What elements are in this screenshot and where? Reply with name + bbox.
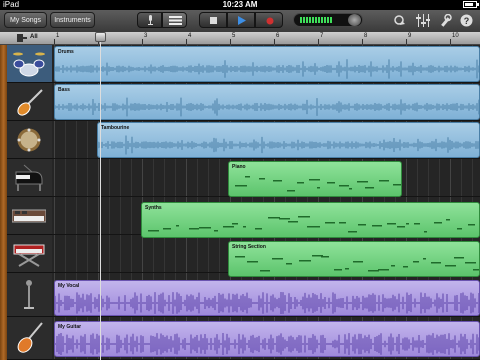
track-header-synths[interactable] [7, 197, 52, 235]
ruler-bar-mark [230, 39, 231, 44]
track-header-guitar[interactable] [7, 317, 52, 360]
status-bar: iPad 10:23 AM [0, 0, 480, 10]
midi-notes [148, 216, 475, 233]
ruler-bar-number: 5 [232, 33, 236, 39]
track-header-bass[interactable] [7, 83, 52, 121]
lane-guitar: My Guitar [52, 317, 480, 360]
ruler-bar-number: 4 [188, 33, 192, 39]
play-icon [238, 16, 246, 25]
region-label: Piano [232, 164, 246, 170]
level-meter [293, 13, 363, 27]
ruler-bar-mark [450, 39, 451, 44]
lane-string-section: String Section [52, 235, 480, 277]
status-time: 10:23 AM [222, 0, 258, 9]
section-all-label: All [30, 34, 38, 40]
instruments-button[interactable]: Instruments [50, 12, 95, 28]
mixer-icon[interactable] [416, 14, 430, 27]
timeline-ruler[interactable]: All 12345678910 [0, 32, 480, 45]
region-string-section[interactable]: String Section [228, 241, 480, 277]
region-label: Bass [58, 87, 70, 93]
ruler-bar-mark [54, 39, 55, 44]
lane-piano: Piano [52, 159, 480, 197]
waveform [55, 292, 479, 314]
microphone-icon [148, 15, 153, 25]
region-label: My Vocal [58, 283, 80, 289]
ruler-bar-mark [406, 39, 407, 44]
ruler-bar-mark [186, 39, 187, 44]
record-icon [266, 17, 274, 25]
drum-kit-icon [13, 52, 45, 77]
region-synths[interactable]: Synths [141, 202, 480, 238]
settings-wrench-icon[interactable] [439, 14, 452, 27]
track-grid[interactable]: Drums Bass Tambourine Piano Synths Strin… [52, 45, 480, 360]
master-volume-knob[interactable] [348, 14, 361, 26]
region-piano[interactable]: Piano [228, 161, 402, 197]
ruler-bar-mark [142, 39, 143, 44]
lane-vocal: My Vocal [52, 273, 480, 317]
ruler-bar-number: 10 [452, 33, 459, 39]
ruler-bar-number: 9 [408, 33, 412, 39]
toolbar: My Songs Instruments ? [0, 10, 480, 33]
track-header-tambourine[interactable] [7, 121, 52, 159]
synth-keyboard-icon [12, 209, 46, 223]
track-header-piano[interactable] [7, 159, 52, 197]
track-header-vocal[interactable] [7, 273, 52, 317]
lane-drums: Drums [52, 45, 480, 83]
ruler-bar-number: 8 [364, 33, 368, 39]
battery-icon [463, 1, 479, 8]
region-label: Drums [58, 49, 74, 55]
region-bass[interactable]: Bass [54, 84, 480, 120]
electric-guitar-icon [17, 322, 43, 353]
lane-synths: Synths [52, 197, 480, 238]
region-tambourine[interactable]: Tambourine [97, 122, 480, 158]
lane-tambourine: Tambourine [52, 121, 480, 159]
region-vocal[interactable]: My Vocal [54, 280, 480, 316]
play-button[interactable] [227, 12, 255, 28]
svg-text:?: ? [464, 16, 470, 26]
level-meter-bar [300, 17, 333, 23]
region-label: Synths [145, 205, 162, 211]
region-label: My Guitar [58, 324, 82, 330]
my-songs-button[interactable]: My Songs [4, 12, 47, 28]
record-button[interactable] [255, 12, 283, 28]
track-header-drums[interactable] [7, 45, 52, 83]
tambourine-icon [17, 128, 41, 152]
ruler-bar-mark [362, 39, 363, 44]
track-header-string-section[interactable] [7, 235, 52, 273]
midi-notes [235, 176, 401, 192]
ruler-bar-number: 3 [144, 33, 148, 39]
tracks-icon [169, 16, 182, 25]
stop-button[interactable] [199, 12, 227, 28]
bass-guitar-icon [17, 89, 43, 116]
region-guitar[interactable]: My Guitar [54, 321, 480, 357]
waveform [55, 59, 479, 79]
loop-browser-icon[interactable] [392, 14, 406, 27]
ruler-bar-mark [274, 39, 275, 44]
tracks-view-button[interactable] [162, 12, 187, 28]
waveform [98, 135, 479, 155]
waveform [55, 333, 479, 355]
region-label: Tambourine [101, 125, 130, 131]
ruler-bar-number: 6 [276, 33, 280, 39]
waveform [55, 97, 479, 117]
grand-piano-icon [15, 164, 43, 191]
ruler-bar-number: 1 [56, 33, 60, 39]
ruler-bar-mark [318, 39, 319, 44]
wood-panel [0, 45, 7, 360]
microphone-icon [24, 280, 34, 309]
add-section-icon[interactable] [17, 34, 27, 42]
region-label: String Section [232, 244, 266, 250]
region-drums[interactable]: Drums [54, 46, 480, 82]
lane-bass: Bass [52, 83, 480, 121]
stop-icon [210, 17, 217, 24]
playhead[interactable] [100, 32, 101, 360]
ruler-bar-number: 7 [320, 33, 324, 39]
help-icon[interactable]: ? [460, 14, 473, 27]
instrument-view-button[interactable] [137, 12, 162, 28]
playhead-handle[interactable] [95, 32, 106, 42]
keyboard-stand-icon [13, 244, 45, 267]
